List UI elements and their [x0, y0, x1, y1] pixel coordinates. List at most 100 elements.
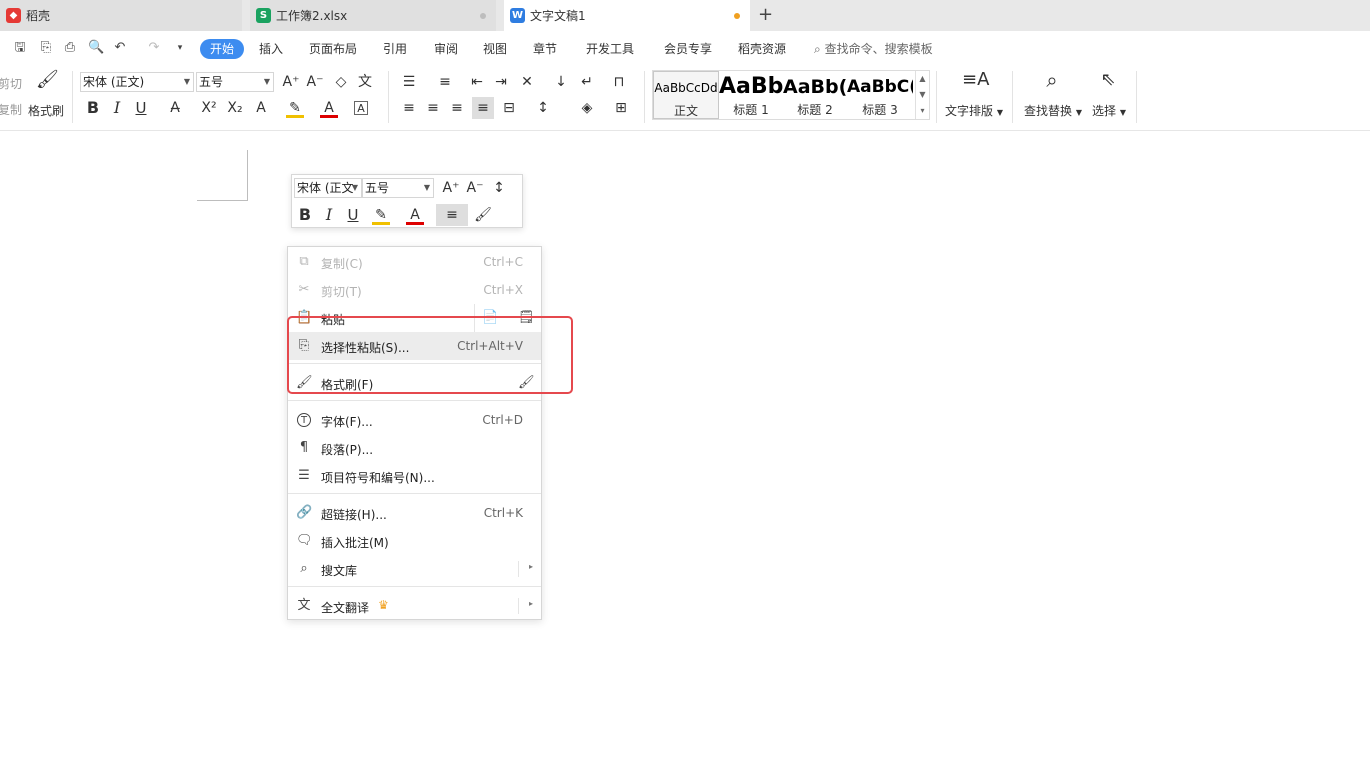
format-painter-icon[interactable]: 🖌 — [36, 71, 59, 95]
grow-font-icon[interactable]: A⁺ — [442, 179, 460, 197]
cursor-arrow-icon[interactable]: ⇖ — [1098, 71, 1118, 95]
menu-bullets-numbering[interactable]: ☰ 项目符号和编号(N)... — [288, 462, 541, 490]
format-painter-icon[interactable]: 🖌 — [474, 206, 492, 224]
bullet-list-icon[interactable]: ☰ — [400, 73, 418, 91]
menu-insert-comment[interactable]: 🗨 插入批注(M) — [288, 527, 541, 555]
menu-review[interactable]: 审阅 — [434, 39, 458, 59]
find-icon[interactable]: ⌕ — [1040, 70, 1064, 95]
undo-icon[interactable]: ↶ — [112, 40, 128, 56]
sort-icon[interactable]: ↓ — [552, 73, 570, 91]
show-marks-icon[interactable]: ↵ — [578, 73, 596, 91]
menu-copy[interactable]: ⧉ 复制(C) Ctrl+C — [288, 248, 541, 276]
chinese-layout-icon[interactable]: ✕ — [518, 73, 536, 91]
increase-indent-icon[interactable]: ⇥ — [492, 73, 510, 91]
subscript-icon[interactable]: X₂ — [226, 99, 244, 117]
align-center-icon[interactable]: ≡ — [424, 99, 442, 117]
unsaved-dot-icon[interactable] — [734, 13, 740, 19]
menu-layout[interactable]: 页面布局 — [309, 39, 357, 59]
menu-home[interactable]: 开始 — [200, 39, 245, 59]
menu-insert[interactable]: 插入 — [259, 39, 283, 59]
tab-writer[interactable]: W 文字文稿1 — [504, 0, 750, 31]
style-normal[interactable]: AaBbCcDd 正文 — [653, 71, 719, 119]
tab-daoke[interactable]: ◆ 稻壳 — [0, 0, 242, 31]
phonetic-guide-icon[interactable]: 文 — [356, 73, 374, 91]
shrink-font-icon[interactable]: A⁻ — [306, 73, 324, 91]
style-scroll[interactable]: ▲ ▼ ▾ — [915, 71, 929, 119]
bold-icon[interactable]: B — [296, 206, 314, 224]
decrease-indent-icon[interactable]: ⇤ — [468, 73, 486, 91]
highlight-icon[interactable]: ✎ — [286, 99, 304, 118]
mini-font-size-select[interactable]: 五号 ▼ — [362, 178, 434, 198]
style-heading2[interactable]: AaBb( 标题 2 — [783, 71, 847, 119]
text-layout-button[interactable]: 文字排版 ▼ — [945, 102, 1003, 119]
cut-button[interactable]: 剪切 — [0, 75, 22, 92]
shading-icon[interactable]: ◈ — [578, 99, 596, 117]
align-right-icon[interactable]: ≡ — [448, 99, 466, 117]
clear-format-icon[interactable]: ◇ — [332, 73, 350, 91]
menu-search-library[interactable]: ⌕ 搜文库 ▸ — [288, 555, 541, 583]
ribbon-divider — [388, 71, 389, 123]
chevron-down-icon: ▼ — [1119, 108, 1126, 117]
command-search[interactable]: ⌕ 查找命令、搜索模板 — [814, 39, 933, 59]
style-heading1[interactable]: AaBb 标题 1 — [719, 71, 783, 119]
menu-section[interactable]: 章节 — [533, 39, 557, 59]
menu-daoke-resources[interactable]: 稻壳资源 — [738, 39, 786, 59]
bold-icon[interactable]: B — [84, 99, 102, 117]
menu-hyperlink[interactable]: 🔗 超链接(H)... Ctrl+K — [288, 499, 541, 527]
copy-button[interactable]: 复制 — [0, 101, 22, 118]
style-heading3[interactable]: AaBbC( 标题 3 — [847, 71, 913, 119]
justify-icon[interactable]: ≡ — [436, 204, 468, 226]
borders-icon[interactable]: ⊞ — [612, 99, 630, 117]
italic-icon[interactable]: I — [320, 206, 338, 224]
print-preview-icon[interactable]: 🔍 — [88, 40, 104, 56]
style-normal-sample: AaBbCcDd — [654, 81, 718, 95]
close-dot-icon[interactable] — [480, 13, 486, 19]
export-icon[interactable]: ⎘ — [38, 40, 54, 56]
justify-icon[interactable]: ≡ — [472, 97, 494, 119]
underline-icon[interactable]: U — [344, 206, 362, 224]
align-left-icon[interactable]: ≡ — [400, 99, 418, 117]
numbered-list-icon[interactable]: ≡ — [436, 73, 454, 91]
chevron-down-icon: ▼ — [1075, 108, 1082, 117]
font-name-select[interactable]: 宋体 (正文) ▼ — [80, 72, 194, 92]
menu-paragraph[interactable]: ¶ 段落(P)... — [288, 434, 541, 462]
menu-developer[interactable]: 开发工具 — [586, 39, 634, 59]
find-replace-button[interactable]: 查找替换 ▼ — [1024, 102, 1082, 119]
save-icon[interactable]: 🖫 — [12, 40, 28, 56]
grow-font-icon[interactable]: A⁺ — [282, 73, 300, 91]
text-effect-icon[interactable]: A — [252, 99, 270, 117]
line-spacing-icon[interactable]: ↕ — [534, 99, 552, 117]
menu-view[interactable]: 视图 — [483, 39, 507, 59]
submenu-divider — [518, 561, 519, 577]
line-spacing-icon[interactable]: ↕ — [490, 179, 508, 197]
tab-workbook[interactable]: S 工作簿2.xlsx — [250, 0, 496, 31]
font-size-select[interactable]: 五号 ▼ — [196, 72, 274, 92]
tabs-ruler-icon[interactable]: ⊓ — [610, 73, 628, 91]
style-heading1-sample: AaBb — [719, 74, 783, 99]
underline-icon[interactable]: U — [132, 99, 150, 117]
print-icon[interactable]: ⎙ — [62, 40, 78, 56]
customize-dropdown-icon[interactable]: ▾ — [172, 40, 188, 56]
font-color-icon[interactable]: A — [406, 206, 424, 225]
menu-member[interactable]: 会员专享 — [664, 39, 712, 59]
format-painter-button[interactable]: 格式刷 — [28, 102, 64, 119]
italic-icon[interactable]: I — [108, 99, 126, 117]
menu-cut[interactable]: ✂ 剪切(T) Ctrl+X — [288, 276, 541, 304]
redo-icon[interactable]: ↷ — [146, 40, 162, 56]
font-color-icon[interactable]: A — [320, 99, 338, 118]
strikethrough-icon[interactable]: A̶ — [166, 99, 184, 117]
char-border-icon[interactable]: A — [354, 101, 368, 115]
text-layout-icon[interactable]: ≡A — [962, 71, 989, 95]
mini-font-name-select[interactable]: 宋体 (正文 ▼ — [294, 178, 362, 198]
copy-icon: ⧉ — [299, 254, 309, 269]
new-tab-plus-icon[interactable]: + — [758, 4, 773, 25]
menu-references[interactable]: 引用 — [383, 39, 407, 59]
highlight-icon[interactable]: ✎ — [372, 206, 390, 225]
superscript-icon[interactable]: X² — [200, 99, 218, 117]
select-button[interactable]: 选择 ▼ — [1092, 102, 1126, 119]
menu-hyperlink-label: 超链接(H)... — [321, 508, 387, 522]
distributed-icon[interactable]: ⊟ — [500, 99, 518, 117]
menu-font[interactable]: T 字体(F)... Ctrl+D — [288, 406, 541, 434]
shrink-font-icon[interactable]: A⁻ — [466, 179, 484, 197]
menu-translate[interactable]: 文 全文翻译 ♛ ▸ — [288, 592, 541, 620]
